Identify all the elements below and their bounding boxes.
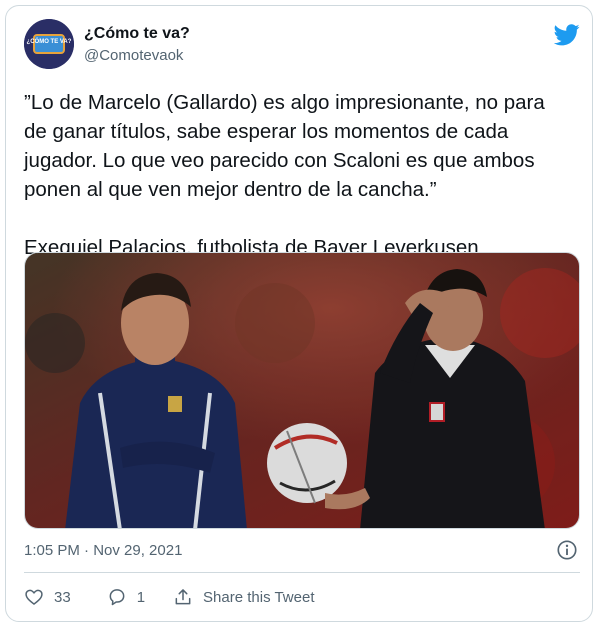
share-icon	[175, 589, 191, 605]
heart-icon	[25, 589, 43, 606]
like-count: 33	[54, 588, 71, 606]
avatar-logo-icon: ¿CÓMO TE VA?	[24, 19, 74, 69]
author-display-name[interactable]: ¿Cómo te va?	[84, 25, 190, 43]
like-button[interactable]: 33	[24, 587, 71, 607]
tweet-text: ”Lo de Marcelo (Gallardo) es algo impres…	[24, 91, 545, 259]
tweet-card: ¿CÓMO TE VA? ¿Cómo te va? @Comotevaok ”L…	[5, 5, 593, 622]
reply-icon	[109, 589, 125, 606]
twitter-bird-icon[interactable]	[554, 24, 580, 46]
svg-text:¿CÓMO TE VA?: ¿CÓMO TE VA?	[27, 37, 72, 45]
tweet-photo[interactable]	[24, 252, 580, 529]
tweet-timestamp[interactable]: 1:05 PM · Nov 29, 2021	[24, 542, 182, 559]
avatar[interactable]: ¿CÓMO TE VA?	[24, 19, 74, 69]
divider	[24, 572, 580, 573]
share-label: Share this Tweet	[203, 588, 315, 606]
share-button[interactable]: Share this Tweet	[173, 587, 314, 607]
reply-button[interactable]: 1	[107, 587, 145, 607]
author-handle[interactable]: @Comotevaok	[84, 47, 183, 64]
reply-count: 1	[136, 588, 146, 606]
tweet-actions: 33 1 Share this Tweet	[24, 582, 314, 612]
info-icon[interactable]	[556, 539, 578, 561]
photo-scaloni-gallardo	[25, 253, 579, 528]
